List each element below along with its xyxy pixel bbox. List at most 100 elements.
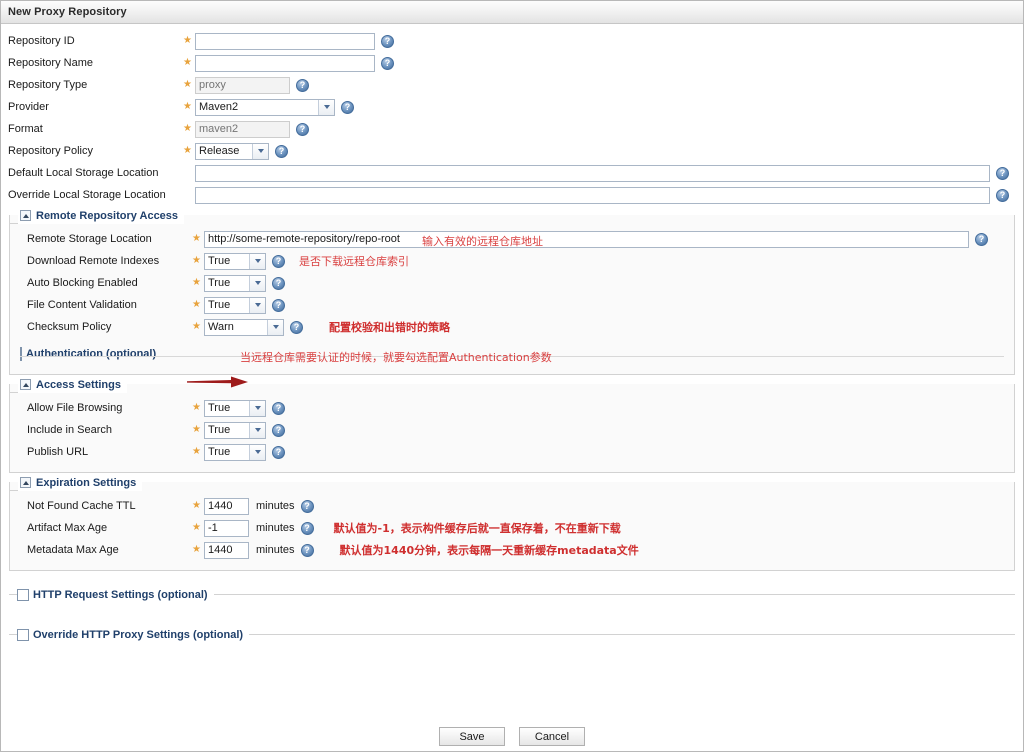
save-button[interactable]: Save <box>439 727 505 746</box>
field-row-provider: Provider ★ Maven2 ? <box>1 96 1023 118</box>
repository-id-input[interactable] <box>195 32 375 50</box>
help-icon[interactable]: ? <box>996 188 1009 202</box>
repository-type-input <box>195 76 290 94</box>
label-repository-type: Repository Type <box>8 79 88 91</box>
help-icon[interactable]: ? <box>296 78 309 92</box>
label-checksum-policy: Checksum Policy <box>27 321 112 333</box>
checksum-policy-select[interactable]: Warn <box>204 318 284 336</box>
label-repository-name: Repository Name <box>8 57 93 69</box>
http-request-settings-legend[interactable]: HTTP Request Settings (optional) <box>17 586 214 603</box>
label-file-content-validation: File Content Validation <box>27 299 137 311</box>
authentication-checkbox[interactable] <box>20 347 22 361</box>
provider-select[interactable]: Maven2 <box>195 98 335 116</box>
file-content-validation-select[interactable]: True <box>204 296 266 314</box>
help-icon[interactable]: ? <box>341 100 354 114</box>
include-in-search-select[interactable]: True <box>204 421 266 439</box>
metadata-max-age-input[interactable] <box>204 541 249 559</box>
field-row-file-content-validation: File Content Validation ★ True ? <box>10 294 1014 316</box>
remote-storage-location-input[interactable] <box>204 230 969 248</box>
help-icon[interactable]: ? <box>300 521 314 535</box>
override-local-storage-input[interactable] <box>195 186 990 204</box>
access-section-title: Access Settings <box>36 378 121 391</box>
artifact-max-age-input[interactable] <box>204 519 249 537</box>
triangle-up-icon[interactable] <box>20 477 31 488</box>
field-row-format: Format ★ ? <box>1 118 1023 140</box>
label-repository-policy: Repository Policy <box>8 145 93 157</box>
annotation-authentication: 当远程仓库需要认证的时候，就要勾选配置Authentication参数 <box>240 351 552 364</box>
required-marker: ★ <box>183 123 192 134</box>
override-http-proxy-settings-legend[interactable]: Override HTTP Proxy Settings (optional) <box>17 626 250 643</box>
help-icon[interactable]: ? <box>381 34 394 48</box>
form-body: Repository ID ★ ? Repository Name ★ ? Re… <box>1 24 1023 643</box>
required-marker: ★ <box>192 500 201 511</box>
chevron-down-icon <box>252 143 268 159</box>
required-marker: ★ <box>183 57 192 68</box>
cancel-button[interactable]: Cancel <box>519 727 585 746</box>
help-icon[interactable]: ? <box>296 122 309 136</box>
new-proxy-repository-panel: New Proxy Repository Repository ID ★ ? R… <box>0 0 1024 752</box>
required-marker: ★ <box>183 101 192 112</box>
expiration-section-title: Expiration Settings <box>36 476 137 489</box>
format-input <box>195 120 290 138</box>
help-icon[interactable]: ? <box>975 232 988 246</box>
help-icon[interactable]: ? <box>272 401 285 415</box>
label-publish-url: Publish URL <box>27 446 89 458</box>
section-http-request-settings: HTTP Request Settings (optional) <box>9 586 1015 603</box>
help-icon[interactable]: ? <box>381 56 394 70</box>
annotation-checksum-policy: 配置校验和出错时的策略 <box>329 321 450 334</box>
label-repository-id: Repository ID <box>8 35 75 47</box>
include-in-search-value: True <box>208 423 231 436</box>
repository-name-input[interactable] <box>195 54 375 72</box>
help-icon[interactable]: ? <box>272 445 285 459</box>
label-provider: Provider <box>8 101 49 113</box>
download-remote-indexes-select[interactable]: True <box>204 252 266 270</box>
section-remote-repository-access: Remote Repository Access Remote Storage … <box>9 207 1015 375</box>
allow-file-browsing-value: True <box>208 401 231 414</box>
help-icon[interactable]: ? <box>300 543 314 557</box>
annotation-artifact-max-age: 默认值为-1，表示构件缓存后就一直保存着，不在重新下载 <box>333 522 621 535</box>
required-marker: ★ <box>192 299 201 310</box>
auto-blocking-enabled-value: True <box>208 276 231 289</box>
chevron-down-icon <box>249 444 265 460</box>
repository-policy-select[interactable]: Release <box>195 142 269 160</box>
required-marker: ★ <box>192 233 201 244</box>
not-found-cache-ttl-input[interactable] <box>204 497 249 515</box>
default-local-storage-input[interactable] <box>195 164 990 182</box>
help-icon[interactable]: ? <box>275 144 288 158</box>
label-format: Format <box>8 123 43 135</box>
required-marker: ★ <box>192 255 201 266</box>
override-http-proxy-settings-checkbox[interactable] <box>17 628 29 641</box>
publish-url-value: True <box>208 445 231 458</box>
authentication-label: Authentication (optional) <box>26 348 157 360</box>
chevron-down-icon <box>249 400 265 416</box>
override-http-proxy-settings-label: Override HTTP Proxy Settings (optional) <box>33 628 244 641</box>
help-icon[interactable]: ? <box>290 320 303 334</box>
label-remote-storage-location: Remote Storage Location <box>27 233 152 245</box>
expiration-section-legend[interactable]: Expiration Settings <box>18 474 143 491</box>
help-icon[interactable]: ? <box>272 254 285 268</box>
required-marker: ★ <box>183 35 192 46</box>
help-icon[interactable]: ? <box>300 499 314 513</box>
section-expiration-settings: Expiration Settings Not Found Cache TTL … <box>9 474 1015 571</box>
section-override-http-proxy-settings: Override HTTP Proxy Settings (optional) <box>9 626 1015 643</box>
allow-file-browsing-select[interactable]: True <box>204 399 266 417</box>
help-icon[interactable]: ? <box>272 423 285 437</box>
auto-blocking-enabled-select[interactable]: True <box>204 274 266 292</box>
http-request-settings-label: HTTP Request Settings (optional) <box>33 588 208 601</box>
remote-section-legend[interactable]: Remote Repository Access <box>18 207 185 224</box>
triangle-up-icon[interactable] <box>20 210 31 221</box>
publish-url-select[interactable]: True <box>204 443 266 461</box>
main-fields-group: Repository ID ★ ? Repository Name ★ ? Re… <box>1 30 1023 206</box>
required-marker: ★ <box>192 402 201 413</box>
help-icon[interactable]: ? <box>272 298 285 312</box>
required-marker: ★ <box>192 446 201 457</box>
field-row-override-local-storage: Override Local Storage Location ★ ? <box>1 184 1023 206</box>
access-section-legend[interactable]: Access Settings <box>18 376 127 393</box>
http-request-settings-checkbox[interactable] <box>17 588 29 601</box>
chevron-down-icon <box>318 99 334 115</box>
help-icon[interactable]: ? <box>996 166 1009 180</box>
triangle-up-icon[interactable] <box>20 379 31 390</box>
field-row-repository-type: Repository Type ★ ? <box>1 74 1023 96</box>
required-marker: ★ <box>192 424 201 435</box>
help-icon[interactable]: ? <box>272 276 285 290</box>
